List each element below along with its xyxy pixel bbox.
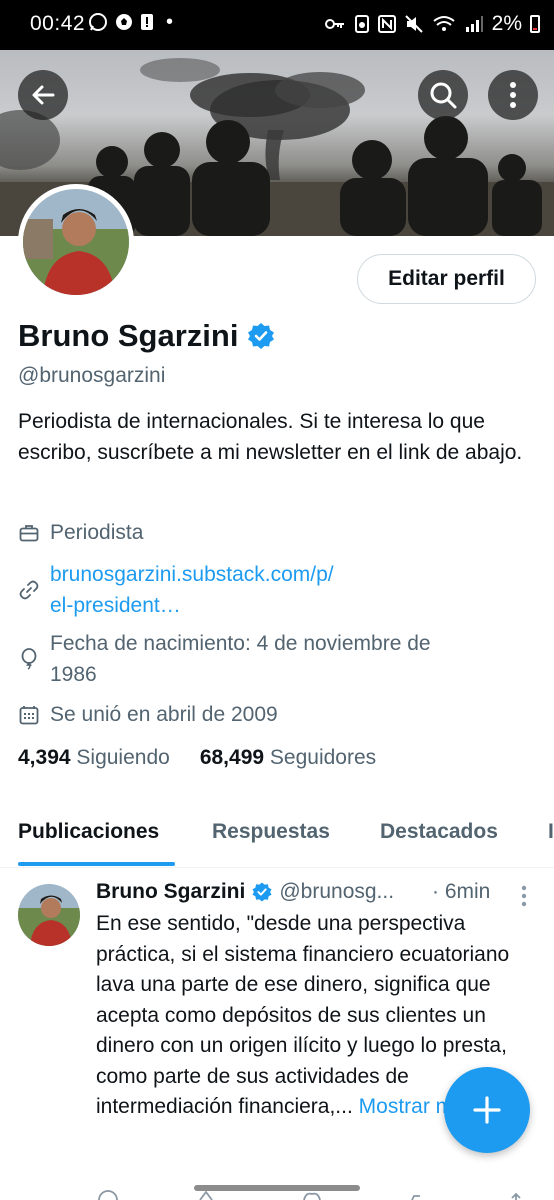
followers-label: Seguidores [269,746,377,769]
back-button[interactable] [18,70,68,120]
profile-avatar[interactable] [18,184,134,300]
joined-row: Se unió en abril de 2009 [18,699,278,730]
joined-text: Se unió en abril de 2009 [50,703,278,726]
tab-respuestas[interactable]: Respuestas [212,820,330,844]
compose-button[interactable] [444,1067,530,1153]
whatsapp-icon [89,13,107,31]
system-icons: 2% [324,12,540,36]
followers-link[interactable]: 68,499 Seguidores [200,746,376,770]
more-vertical-icon [521,885,527,907]
tweet-more-button[interactable] [514,884,534,908]
avatar-photo [23,189,129,295]
verified-badge-icon[interactable] [246,321,276,351]
birthdate-line1: Fecha de nacimiento: 4 de noviembre de [50,632,431,655]
website-link[interactable]: brunosgarzini.substack.com/p/ el-preside… [50,559,334,621]
tweet-author-name[interactable]: Bruno Sgarzini [96,880,245,904]
arrow-left-icon [32,85,55,105]
following-link[interactable]: 4,394 Siguiendo [18,746,170,770]
tab-destacados[interactable]: Destacados [380,820,498,844]
home-indicator[interactable] [194,1185,360,1191]
website-link-line2[interactable]: el-president… [50,590,334,621]
more-options-button[interactable] [488,70,538,120]
more-notifications-dot: • [166,11,174,33]
follow-stats: 4,394 Siguiendo 68,499 Seguidores [18,746,376,770]
status-bar: 00:42 • 2% [0,0,554,50]
following-label: Siguiendo [76,746,170,769]
briefcase-icon [19,524,39,541]
edit-profile-button[interactable]: Editar perfil [357,254,536,304]
plus-icon [473,1096,501,1124]
profile-handle: @brunosgarzini [18,364,166,387]
profile-name: Bruno Sgarzini [18,318,239,353]
signal-icon [465,16,483,32]
tweet-avatar[interactable] [18,884,80,946]
nfc-icon [377,15,396,33]
verified-badge-icon [252,882,272,902]
profession-text: Periodista [50,521,144,544]
profession-row: Periodista [18,517,143,548]
status-time: 00:42 [30,12,86,35]
calendar-icon [19,705,39,724]
tweet-avatar-photo [18,884,80,946]
search-button[interactable] [418,70,468,120]
app-notification-icon [354,15,369,33]
link-icon [19,580,39,600]
more-vertical-icon [510,82,516,108]
birthdate-line2: 1986 [50,663,97,686]
tab-more[interactable]: I [548,820,554,844]
battery-percent: 2% [491,12,522,35]
soccer-ball-icon [116,14,132,30]
tweet-header: Bruno Sgarzini @brunosg... [96,880,394,904]
tweet-author-handle: @brunosg... [279,880,395,903]
profile-name-row: Bruno Sgarzini [18,318,276,354]
wifi-icon [433,16,455,31]
website-link-line1[interactable]: brunosgarzini.substack.com/p/ [50,559,334,590]
notification-icons [88,12,154,32]
mute-icon [404,15,423,33]
birthdate-row: Fecha de nacimiento: 4 de noviembre de 1… [18,628,431,690]
search-icon [430,82,457,109]
followers-count: 68,499 [199,746,265,769]
battery-icon [530,15,540,33]
balloon-icon [21,648,37,670]
following-count: 4,394 [18,746,71,769]
profile-tabs: Publicaciones Respuestas Destacados I [0,812,554,868]
key-icon [324,19,344,29]
tab-publicaciones[interactable]: Publicaciones [18,820,159,844]
tweet-time: · 6min [432,880,491,903]
birthdate-text: Fecha de nacimiento: 4 de noviembre de 1… [50,628,431,690]
active-tab-indicator [18,862,175,866]
alert-icon [141,14,153,30]
tweet-body-text: En ese sentido, "desde una perspectiva p… [96,912,510,1118]
website-row[interactable]: brunosgarzini.substack.com/p/ el-preside… [18,559,334,621]
profile-bio: Periodista de internacionales. Si te int… [18,410,523,464]
